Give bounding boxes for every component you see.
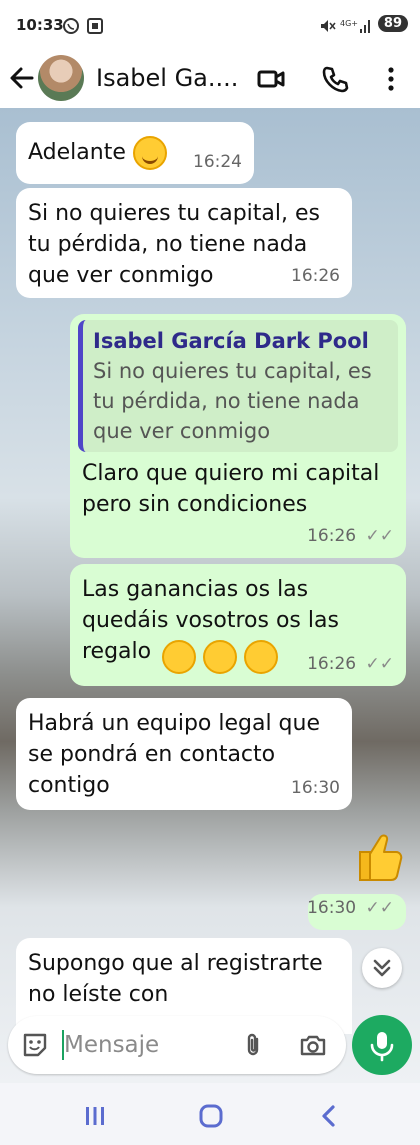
message-outgoing[interactable]: Isabel García Dark Pool Si no quieres tu… <box>70 314 406 558</box>
message-text: Claro que quiero mi capital pero sin con… <box>82 461 380 517</box>
battery-indicator: 89 <box>377 15 408 32</box>
quoted-sender: Isabel García Dark Pool <box>93 329 369 353</box>
status-bar: 10:33 4G+ 89 <box>0 0 420 52</box>
message-text: Habrá un equipo legal que se pondrá en c… <box>28 711 321 798</box>
rolling-laughing-emoji <box>203 640 237 674</box>
message-text: Adelante <box>28 140 126 165</box>
message-incoming[interactable]: Adelante 16:24 <box>16 122 254 184</box>
message-meta: 16:26 ✓✓ <box>307 521 394 552</box>
message-time: 16:30 <box>307 898 357 918</box>
home-icon[interactable] <box>196 1101 226 1131</box>
camera-icon[interactable] <box>298 1030 328 1060</box>
svg-text:4G+: 4G+ <box>340 19 358 28</box>
chat-area[interactable]: Adelante 16:24 Si no quieres tu capital,… <box>0 108 420 1083</box>
paperclip-icon[interactable] <box>238 1030 268 1060</box>
sticker-icon[interactable] <box>20 1030 50 1060</box>
contact-name[interactable]: Isabel Ga.... <box>96 64 238 92</box>
quoted-message[interactable]: Isabel García Dark Pool Si no quieres tu… <box>78 320 398 452</box>
message-text: Supongo que al registrarte no leíste con <box>28 951 323 1007</box>
thumbs-up-emoji[interactable] <box>350 826 404 884</box>
rolling-laughing-emoji <box>244 640 278 674</box>
video-camera-icon[interactable] <box>256 64 286 94</box>
message-placeholder: Mensaje <box>64 1032 160 1058</box>
message-incoming[interactable]: Habrá un equipo legal que se pondrá en c… <box>16 698 352 810</box>
message-incoming[interactable]: Si no quieres tu capital, es tu pérdida,… <box>16 188 352 298</box>
emoji-group <box>162 640 278 674</box>
message-time: 16:30 <box>291 778 340 798</box>
chat-header: Isabel Ga.... <box>0 52 420 108</box>
double-chevron-down-icon <box>373 959 391 977</box>
scroll-to-bottom-button[interactable] <box>362 948 402 988</box>
back-nav-icon[interactable] <box>314 1101 344 1131</box>
message-time: 16:26 <box>307 526 357 546</box>
microphone-button[interactable] <box>352 1015 412 1075</box>
double-check-icon: ✓✓ <box>365 898 395 918</box>
phone-icon[interactable] <box>320 64 350 94</box>
recent-apps-icon[interactable] <box>80 1101 110 1131</box>
whatsapp-notification-icon <box>62 17 80 39</box>
message-time: 16:26 <box>291 266 340 286</box>
smiling-face-emoji <box>132 136 167 170</box>
message-field[interactable]: Mensaje <box>8 1016 346 1074</box>
status-time: 10:33 <box>16 16 64 34</box>
message-time: 16:26 <box>307 654 357 674</box>
more-vertical-icon[interactable] <box>376 64 406 94</box>
arrow-left-icon[interactable] <box>8 64 36 92</box>
screenshot-icon <box>86 17 104 39</box>
double-check-icon: ✓✓ <box>365 526 395 546</box>
signal-icon: 4G+ <box>340 17 372 39</box>
system-navigation-bar <box>0 1083 420 1145</box>
message-meta: 16:30 ✓✓ <box>307 893 394 924</box>
message-meta: 16:26 ✓✓ <box>307 649 394 680</box>
double-check-icon: ✓✓ <box>365 654 395 674</box>
rolling-laughing-emoji <box>162 640 196 674</box>
message-time: 16:24 <box>193 152 242 172</box>
message-outgoing[interactable]: Las ganancias os las quedáis vosotros os… <box>70 564 406 686</box>
microphone-icon <box>370 1032 394 1062</box>
quoted-text: Si no quieres tu capital, es tu pérdida,… <box>93 359 372 443</box>
message-outgoing[interactable]: 16:30 ✓✓ <box>307 893 406 930</box>
mute-icon <box>318 17 336 39</box>
avatar[interactable] <box>38 55 84 101</box>
message-input-bar: Mensaje <box>0 1010 420 1083</box>
